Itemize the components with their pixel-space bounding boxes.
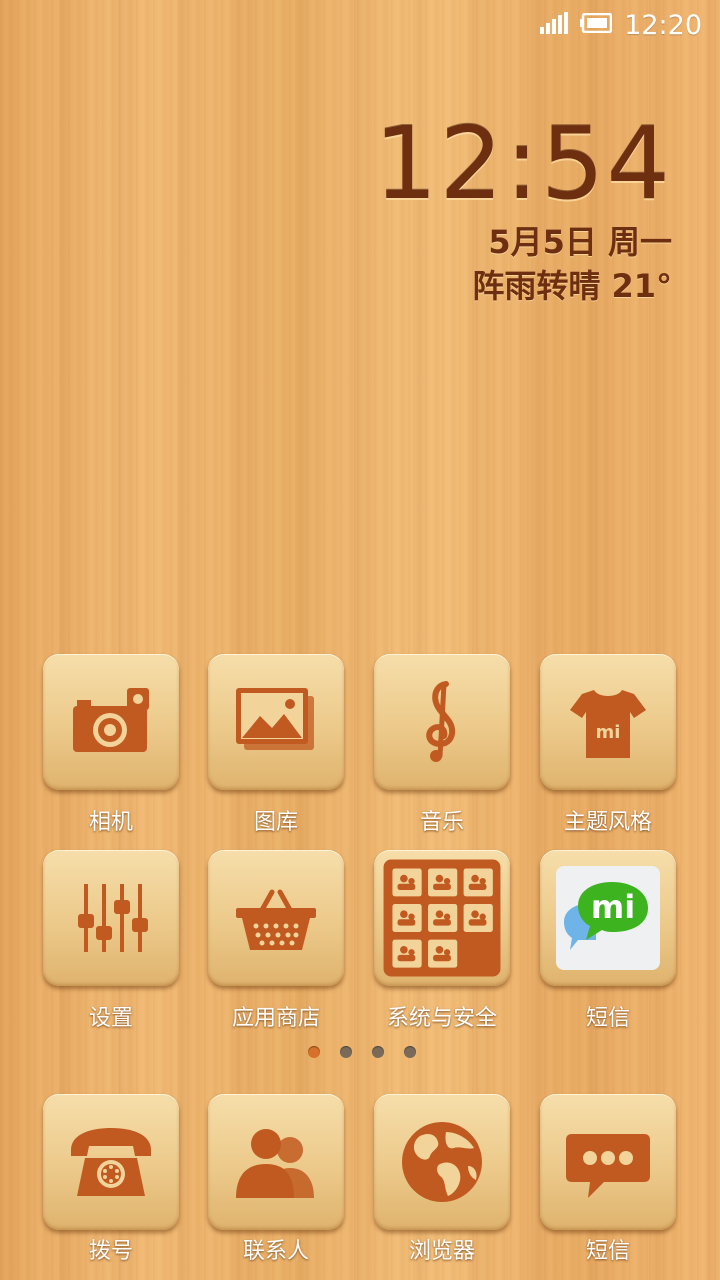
- folder-system-security[interactable]: [374, 850, 510, 986]
- page-dot-4[interactable]: [404, 1046, 416, 1058]
- clock-date: 5月5日 周一: [488, 223, 672, 261]
- dock-label-contacts: 联系人: [242, 1239, 309, 1264]
- camera-icon: [73, 688, 149, 752]
- status-time: 12:20: [624, 9, 702, 41]
- clock-widget[interactable]: 12:54 5月5日 周一 阵雨转晴 21°: [374, 104, 672, 308]
- tshirt-icon: mi: [570, 690, 646, 758]
- app-label-themes: 主题风格: [563, 810, 652, 835]
- dock-label-messages: 短信: [585, 1239, 630, 1264]
- signal-bars-icon: [540, 12, 569, 38]
- dock-label-browser: 浏览器: [408, 1239, 475, 1264]
- message-bubble-icon: [566, 1134, 650, 1198]
- app-store[interactable]: [208, 850, 344, 986]
- app-themes[interactable]: mi: [540, 654, 676, 790]
- clock-weather: 阵雨转晴 21°: [472, 267, 672, 305]
- globe-icon: [402, 1122, 482, 1202]
- basket-icon: [236, 889, 316, 950]
- contacts-icon: [236, 1129, 314, 1198]
- app-label-mi-messaging: 短信: [585, 1006, 630, 1031]
- clock-time: 12:54: [373, 105, 672, 222]
- dock-browser[interactable]: [374, 1094, 510, 1230]
- dock-messages[interactable]: [540, 1094, 676, 1230]
- dock-contacts[interactable]: [208, 1094, 344, 1230]
- page-dot-1[interactable]: [308, 1046, 320, 1058]
- phone-icon: [71, 1128, 151, 1196]
- app-label-store: 应用商店: [231, 1006, 320, 1031]
- battery-icon: [580, 12, 613, 37]
- app-mi-messaging[interactable]: mi: [540, 850, 676, 986]
- app-label-gallery: 图库: [253, 810, 298, 835]
- mi-chat-icon: mi: [556, 866, 660, 970]
- app-camera[interactable]: [43, 654, 179, 790]
- app-label-settings: 设置: [88, 1006, 133, 1031]
- app-settings[interactable]: [43, 850, 179, 986]
- app-gallery[interactable]: [208, 654, 344, 790]
- folder-grid-icon: [383, 859, 501, 977]
- page-dot-2[interactable]: [340, 1046, 352, 1058]
- sliders-icon: [78, 884, 148, 952]
- treble-clef-icon: [426, 681, 456, 762]
- tshirt-mi-text: mi: [596, 722, 621, 743]
- dock-label-dialer: 拨号: [88, 1239, 133, 1264]
- status-bar: 12:20: [0, 0, 720, 50]
- gallery-icon: [236, 688, 314, 750]
- folder-label-system-security: 系统与安全: [386, 1006, 497, 1031]
- page-indicator[interactable]: [308, 1046, 416, 1058]
- page-dot-3[interactable]: [372, 1046, 384, 1058]
- dock-dialer[interactable]: [43, 1094, 179, 1230]
- app-music[interactable]: [374, 654, 510, 790]
- app-label-music: 音乐: [419, 810, 464, 835]
- app-label-camera: 相机: [88, 810, 133, 835]
- mi-chat-text: mi: [591, 888, 635, 926]
